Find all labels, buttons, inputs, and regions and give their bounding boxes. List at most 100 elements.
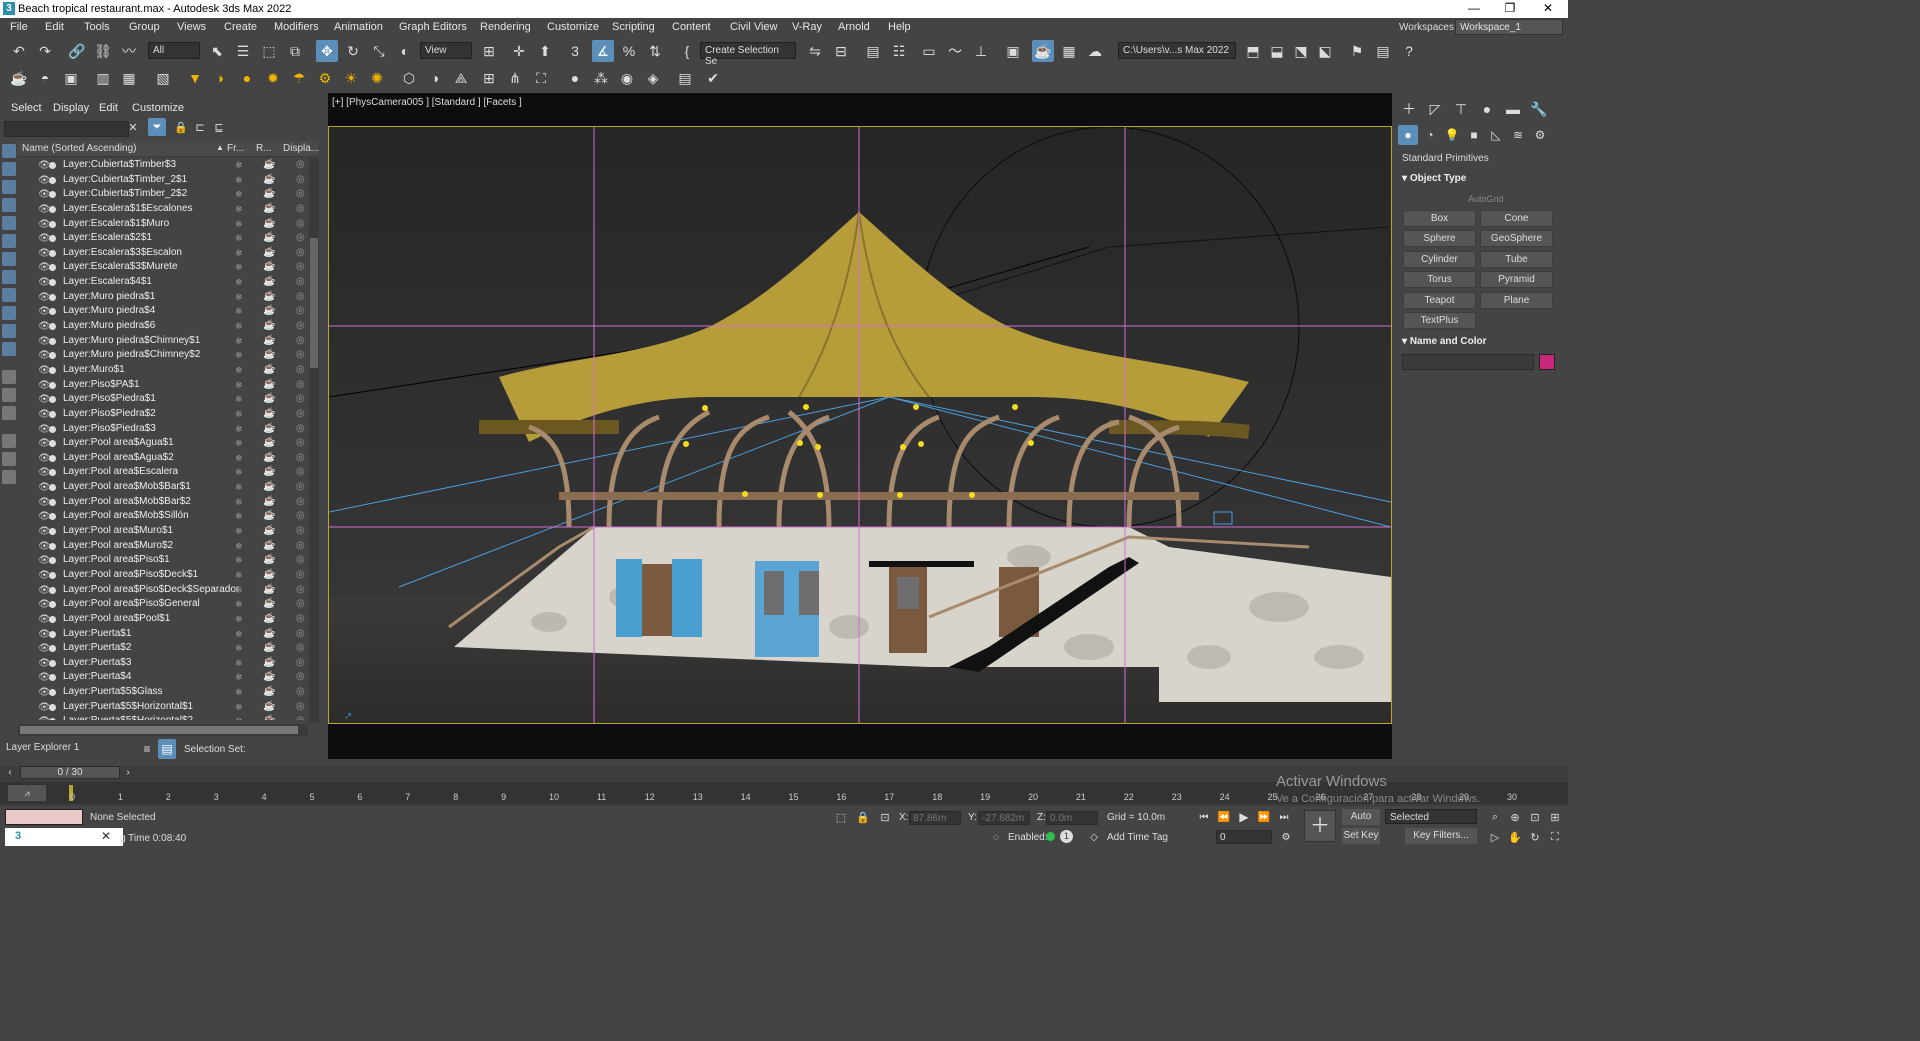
selection-lock-icon[interactable]: 🔒 [854, 808, 872, 826]
sign-in-icon[interactable]: ⚑ [1346, 40, 1368, 62]
freeze-icon[interactable]: ❄ [235, 700, 243, 714]
list-item[interactable]: 👁 Layer:Pool area$Piso$Deck$1 ❄ ☕ ◎ [18, 568, 310, 583]
hscroll-thumb[interactable] [20, 726, 298, 734]
bind-spacewarp-icon[interactable]: 〰 [118, 40, 140, 62]
renderable-icon[interactable]: ☕ [263, 173, 275, 187]
archive-icon[interactable]: ⬕ [1314, 40, 1336, 62]
list-item[interactable]: 👁 Layer:Escalera$2$1 ❄ ☕ ◎ [18, 231, 310, 246]
sun-light-icon[interactable]: ☀ [340, 67, 362, 89]
freeze-icon[interactable]: ❄ [235, 553, 243, 567]
freeze-icon[interactable]: ❄ [235, 422, 243, 436]
tube-button[interactable]: Tube [1480, 251, 1553, 268]
freeze-icon[interactable]: ❄ [235, 524, 243, 538]
display-mode-icon[interactable]: ◎ [296, 568, 305, 582]
renderable-icon[interactable]: ☕ [263, 407, 275, 421]
renderable-icon[interactable]: ☕ [263, 187, 275, 201]
freeze-icon[interactable]: ❄ [235, 539, 243, 553]
filter-toggle-icon[interactable] [2, 452, 16, 466]
list-item[interactable]: 👁 Layer:Puerta$4 ❄ ☕ ◎ [18, 670, 310, 685]
cameras-icon[interactable]: ■ [1464, 125, 1484, 145]
torus-button[interactable]: Torus [1403, 271, 1476, 288]
isolate-selection-icon[interactable]: ⬚ [832, 808, 850, 826]
number-badge-icon[interactable]: 1 [1060, 830, 1073, 843]
pyramid-button[interactable]: Pyramid [1480, 271, 1553, 288]
geosphere-button[interactable]: GeoSphere [1480, 230, 1553, 247]
list-item[interactable]: 👁 Layer:Pool area$Agua$2 ❄ ☕ ◎ [18, 451, 310, 466]
render-setup-icon[interactable]: ☕ [1032, 40, 1054, 62]
plane-light-icon[interactable]: ▼ [184, 67, 206, 89]
menu-modifiers[interactable]: Modifiers [274, 21, 319, 33]
freeze-icon[interactable]: ❄ [235, 641, 243, 655]
display-hidden-icon[interactable] [2, 342, 16, 356]
list-item[interactable]: 👁 Layer:Escalera$3$Escalon ❄ ☕ ◎ [18, 246, 310, 261]
column-name[interactable]: Name (Sorted Ascending) [22, 143, 137, 154]
freeze-icon[interactable]: ❄ [235, 260, 243, 274]
pivot-center-icon[interactable]: ⊞ [478, 40, 500, 62]
freeze-icon[interactable]: ❄ [235, 378, 243, 392]
list-item[interactable]: 👁 Layer:Piso$PA$1 ❄ ☕ ◎ [18, 378, 310, 393]
display-mode-icon[interactable]: ◎ [296, 334, 305, 348]
taskbar-close-icon[interactable]: ✕ [101, 829, 111, 843]
time-config-icon[interactable]: ⚙ [1278, 828, 1294, 846]
menu-group[interactable]: Group [129, 21, 160, 33]
select-object-icon[interactable]: ⬉ [206, 40, 228, 62]
named-selection-dropdown[interactable]: Create Selection Se [700, 42, 796, 67]
pan-icon[interactable]: ✋ [1506, 828, 1524, 846]
display-mode-icon[interactable]: ◎ [296, 641, 305, 655]
render-interactive-icon[interactable]: ◓ [34, 67, 56, 89]
vray-scene-icon[interactable]: ▥ [92, 67, 114, 89]
freeze-icon[interactable]: ❄ [235, 714, 243, 720]
scroll-thumb[interactable] [310, 238, 318, 368]
display-mode-icon[interactable]: ◎ [296, 509, 305, 523]
object-color-swatch[interactable] [1539, 354, 1555, 370]
workspace-select[interactable]: Workspace_1 [1455, 19, 1563, 35]
display-mode-icon[interactable]: ◎ [296, 319, 305, 333]
explorer-menu-customize[interactable]: Customize [132, 102, 184, 114]
selection-filter-dropdown[interactable]: All [148, 42, 200, 59]
edit-named-sel-icon[interactable]: { [676, 40, 698, 62]
render-production-icon[interactable]: ☁ [1084, 40, 1106, 62]
display-mode-icon[interactable]: ◎ [296, 465, 305, 479]
teapot-button[interactable]: Teapot [1403, 292, 1476, 309]
box-button[interactable]: Box [1403, 210, 1476, 227]
display-all-icon[interactable] [2, 370, 16, 384]
renderable-icon[interactable]: ☕ [263, 539, 275, 553]
renderable-icon[interactable]: ☕ [263, 304, 275, 318]
mini-curve-editor-icon[interactable]: ⩘ [8, 785, 46, 801]
select-scale-icon[interactable]: ⤡ [368, 40, 390, 62]
mesh-light-icon[interactable]: ✹ [262, 67, 284, 89]
window-crossing-icon[interactable]: ⧉ [284, 40, 306, 62]
material-editor-icon[interactable]: ▣ [1002, 40, 1024, 62]
project-path-dropdown[interactable]: C:\Users\v...s Max 2022 [1118, 42, 1236, 59]
absolute-mode-icon[interactable]: ⊡ [876, 808, 894, 826]
renderable-icon[interactable]: ☕ [263, 202, 275, 216]
menu-views[interactable]: Views [177, 21, 206, 33]
list-item[interactable]: 👁 Layer:Escalera$4$1 ❄ ☕ ◎ [18, 275, 310, 290]
set-key-big-button[interactable]: ＋ [1304, 810, 1336, 842]
freeze-icon[interactable]: ❄ [235, 187, 243, 201]
list-item[interactable]: 👁 Layer:Pool area$Pool$1 ❄ ☕ ◎ [18, 612, 310, 627]
lock-icon[interactable]: 🔒 [173, 118, 189, 136]
key-selection-dropdown[interactable]: Selected [1385, 809, 1477, 824]
freeze-icon[interactable]: ❄ [235, 436, 243, 450]
freeze-icon[interactable]: ❄ [235, 246, 243, 260]
display-mode-icon[interactable]: ◎ [296, 363, 305, 377]
redo-icon[interactable]: ↷ [34, 40, 56, 62]
list-item[interactable]: 👁 Layer:Muro piedra$1 ❄ ☕ ◎ [18, 290, 310, 305]
next-frame-icon[interactable]: ⏩ [1256, 808, 1272, 826]
display-groups-icon[interactable] [2, 252, 16, 266]
display-mode-icon[interactable]: ◎ [296, 597, 305, 611]
textplus-button[interactable]: TextPlus [1403, 312, 1476, 329]
ies-light-icon[interactable]: ☂ [288, 67, 310, 89]
menu-create[interactable]: Create [224, 21, 257, 33]
explorer-menu-edit[interactable]: Edit [99, 102, 118, 114]
camera-viewport[interactable]: [+] [PhysCamera005 ] [Standard ] [Facets… [328, 93, 1392, 759]
freeze-icon[interactable]: ❄ [235, 334, 243, 348]
teapot-icon[interactable]: ☕ [8, 67, 30, 89]
list-item[interactable]: 👁 Layer:Puerta$2 ❄ ☕ ◎ [18, 641, 310, 656]
filter-funnel-icon[interactable]: ⏷ [148, 118, 166, 136]
list-item[interactable]: 👁 Layer:Cubierta$Timber$3 ❄ ☕ ◎ [18, 158, 310, 173]
mirror-icon[interactable]: ⇋ [804, 40, 826, 62]
vray-mesh-clip-icon[interactable]: ⛶ [530, 67, 552, 89]
renderable-icon[interactable]: ☕ [263, 670, 275, 684]
